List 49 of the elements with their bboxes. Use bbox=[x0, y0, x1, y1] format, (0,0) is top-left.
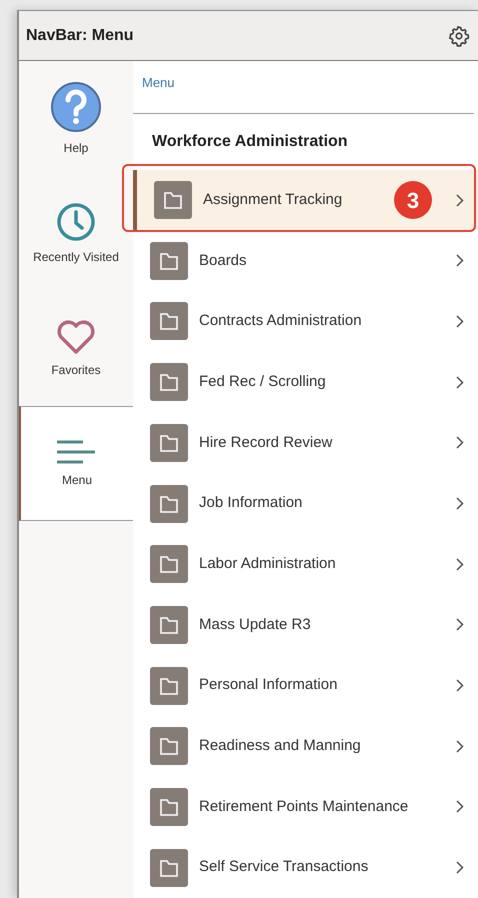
chevron-right-icon bbox=[456, 376, 464, 389]
chevron-right-icon bbox=[456, 740, 464, 753]
folder-icon bbox=[150, 727, 188, 766]
section-title: Workforce Administration bbox=[152, 132, 348, 152]
menu-item[interactable]: Contracts Administration bbox=[133, 291, 478, 352]
sidebar-item[interactable]: Help bbox=[19, 61, 133, 176]
breadcrumb-link[interactable]: Menu bbox=[142, 72, 175, 92]
chevron-right-icon bbox=[456, 800, 464, 814]
menu-item[interactable]: Boards bbox=[133, 230, 478, 292]
chevron-right-icon bbox=[456, 497, 464, 510]
chevron-right-icon bbox=[456, 558, 464, 571]
chevron-right-icon bbox=[456, 618, 464, 632]
folder-icon bbox=[150, 666, 188, 705]
menu-item[interactable]: Labor Administration bbox=[133, 534, 478, 595]
folder-icon bbox=[150, 788, 188, 826]
clock-icon bbox=[56, 202, 96, 242]
menu-item[interactable]: Fed Rec / Scrolling bbox=[133, 352, 478, 412]
chevron-right-icon bbox=[456, 861, 464, 874]
heart-icon bbox=[56, 318, 96, 354]
question-mark-icon bbox=[50, 80, 102, 132]
folder-icon bbox=[150, 484, 188, 523]
menu-item[interactable]: Self Service Transactions bbox=[133, 837, 478, 898]
sidebar-item[interactable]: Menu bbox=[19, 406, 133, 521]
window-title: NavBar: Menu bbox=[26, 26, 134, 46]
sidebar-item[interactable]: Recently Visited bbox=[19, 176, 133, 291]
menu-item[interactable]: Mass Update R3 bbox=[133, 594, 478, 656]
menu-icon bbox=[57, 438, 97, 464]
folder-icon bbox=[150, 242, 188, 280]
menu-item[interactable]: Assignment Tracking 3 bbox=[133, 170, 478, 230]
step-badge: 3 bbox=[394, 181, 432, 220]
folder-icon bbox=[150, 545, 188, 584]
sidebar-item[interactable]: Favorites bbox=[19, 291, 133, 406]
menu-item[interactable]: Hire Record Review bbox=[133, 412, 478, 474]
chevron-right-icon bbox=[456, 254, 464, 268]
menu-item[interactable]: Retirement Points Maintenance bbox=[133, 776, 478, 838]
folder-icon bbox=[150, 848, 188, 887]
chevron-right-icon bbox=[456, 194, 464, 207]
chevron-right-icon bbox=[456, 436, 464, 450]
folder-icon bbox=[150, 363, 188, 402]
menu-item[interactable]: Readiness and Manning bbox=[133, 716, 478, 777]
folder-icon bbox=[150, 302, 188, 340]
menu-item[interactable]: Job Information bbox=[133, 473, 478, 534]
folder-icon bbox=[150, 424, 188, 462]
folder-icon bbox=[150, 606, 188, 644]
menu-item[interactable]: Personal Information bbox=[133, 655, 478, 716]
settings-icon[interactable] bbox=[448, 24, 470, 46]
chevron-right-icon bbox=[456, 314, 464, 328]
folder-icon bbox=[154, 181, 192, 220]
chevron-right-icon bbox=[456, 679, 464, 692]
